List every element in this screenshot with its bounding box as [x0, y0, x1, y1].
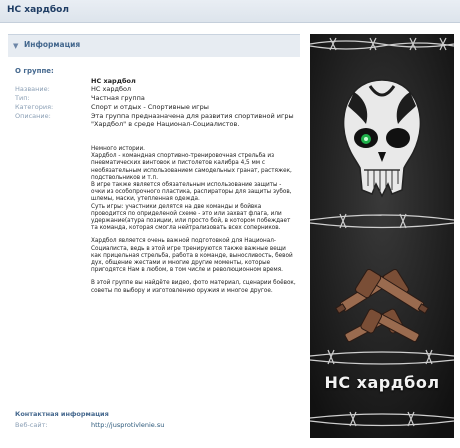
type-key: Тип: [15, 94, 30, 102]
page-title: НС хардбол [7, 5, 69, 15]
category-key: Категория: [15, 103, 54, 111]
collapse-arrow-icon[interactable]: ▼ [13, 42, 18, 50]
name-value: НС хардбол [91, 85, 132, 93]
poster-caption: НС хардбол [324, 373, 440, 392]
group-title-value: НС хардбол [91, 77, 136, 85]
category-value: Спорт и отдых - Спортивные игры [91, 103, 209, 111]
description-intro: Эта группа предназначена для развития сп… [91, 112, 294, 128]
website-key: Веб-сайт: [15, 421, 48, 429]
history-paragraph: Немного истории. Хардбол - командная спо… [91, 146, 292, 232]
description-key: Описание: [15, 112, 51, 120]
info-section-header[interactable]: ▼ Информация [8, 34, 300, 57]
group-poster-image[interactable]: НС хардбол [310, 34, 454, 438]
importance-paragraph: Хардбол является очень важной подготовко… [91, 238, 293, 274]
page-header: НС хардбол [0, 0, 460, 23]
contact-heading: Контактная информация [15, 410, 109, 418]
name-key: Название: [15, 85, 50, 93]
type-value: Частная группа [91, 94, 145, 102]
content-paragraph: В этой группе вы найдёте видео, фото мат… [91, 280, 296, 294]
description-body: Немного истории. Хардбол - командная спо… [91, 146, 297, 301]
website-row: Веб-сайт: http://jusprotivlenie.su [15, 421, 164, 429]
website-link[interactable]: http://jusprotivlenie.su [91, 421, 291, 429]
group-heading: О группе: [15, 67, 54, 75]
info-section-label: Информация [24, 40, 81, 49]
